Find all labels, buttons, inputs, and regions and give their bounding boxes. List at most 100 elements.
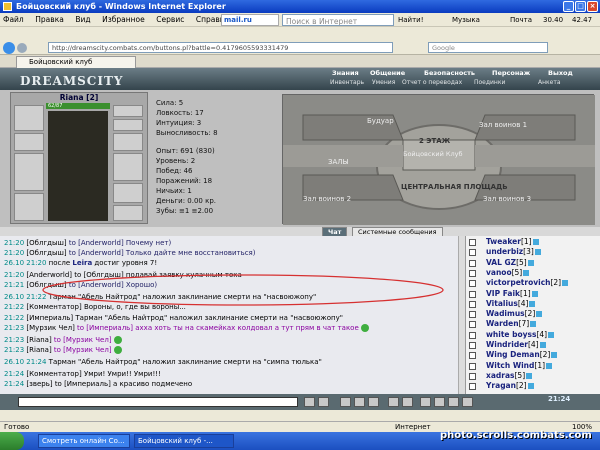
user-name[interactable]: Vitalius (486, 299, 518, 308)
nav-transfers[interactable]: Отчет о переводах (402, 79, 462, 88)
user-info-icon[interactable] (527, 259, 534, 266)
amulet-slot[interactable] (113, 119, 143, 131)
music-button[interactable]: Музыка (452, 13, 480, 27)
scroll-lock-button[interactable] (420, 397, 431, 407)
user-name[interactable]: Wadimus (486, 309, 525, 318)
user-name[interactable]: Windrider (486, 340, 528, 349)
start-button[interactable] (0, 432, 24, 450)
user-info-icon[interactable] (532, 239, 539, 245)
minimize-button[interactable]: _ (563, 1, 574, 12)
user-private-checkbox[interactable] (469, 352, 476, 360)
chat-text[interactable]: Leira (72, 259, 92, 267)
map-label-warriors-hall-1[interactable]: Зал воинов 1 (479, 121, 527, 129)
earrings-slot[interactable] (113, 105, 143, 117)
user-private-checkbox[interactable] (469, 269, 476, 277)
close-button[interactable]: × (587, 1, 598, 12)
smiles-button[interactable] (340, 397, 351, 407)
armor-slot[interactable] (14, 193, 44, 221)
user-private-checkbox[interactable] (469, 239, 476, 246)
user-name[interactable]: underbiz (486, 247, 523, 256)
rings-slot[interactable] (113, 133, 143, 151)
chat-timestamp[interactable]: 26.10 21:20 (4, 259, 49, 267)
user-info-icon[interactable] (546, 362, 553, 369)
user-name[interactable]: Tweaker (486, 237, 521, 246)
translit-button[interactable] (368, 397, 379, 407)
user-name[interactable]: Wing Deman (486, 350, 540, 359)
private-button[interactable] (448, 397, 459, 407)
nav-inventory[interactable]: Инвентарь (330, 79, 364, 88)
user-private-checkbox[interactable] (469, 342, 476, 349)
chat-timestamp[interactable]: 21:24 (4, 370, 26, 378)
user-private-checkbox[interactable] (469, 280, 476, 288)
chat-timestamp[interactable]: 21:22 (4, 314, 26, 322)
map-label-central-square[interactable]: ЦЕНТРАЛЬНАЯ ПЛОЩАДЬ (401, 183, 508, 191)
chat-timestamp[interactable]: 21:24 (4, 380, 26, 388)
forward-icon[interactable] (17, 43, 27, 53)
user-name[interactable]: vanoo (486, 268, 512, 277)
user-info-icon[interactable] (529, 300, 536, 307)
menu-edit[interactable]: Правка (35, 13, 64, 27)
user-name[interactable]: Warden (486, 319, 519, 328)
chat-timestamp[interactable]: 21:21 (4, 281, 26, 289)
user-info-icon[interactable] (562, 280, 569, 287)
user-private-checkbox[interactable] (469, 383, 476, 391)
user-name[interactable]: white boyss (486, 330, 536, 339)
map-label-fight-club[interactable]: Бойцовский Клуб (403, 150, 463, 158)
nav-knowledge[interactable]: Знания (332, 69, 359, 78)
find-button[interactable]: Найти! (398, 13, 424, 27)
chat-timestamp[interactable]: 21:23 (4, 324, 26, 332)
user-private-checkbox[interactable] (469, 290, 476, 298)
map-label-halls[interactable]: ЗАЛЫ (328, 158, 349, 166)
filter-button[interactable] (354, 397, 365, 407)
nav-skills[interactable]: Умения (372, 79, 395, 88)
taskbar-item-fight-club[interactable]: Бойцовский клуб -... (134, 434, 234, 448)
user-info-icon[interactable] (536, 311, 543, 318)
user-name[interactable]: VIP Faik (486, 289, 520, 298)
user-info-icon[interactable] (548, 331, 555, 338)
tab-system-messages[interactable]: Системные сообщения (352, 227, 443, 236)
weapon-slot[interactable] (14, 153, 44, 191)
shield-slot[interactable] (113, 183, 143, 203)
nav-exit[interactable]: Выход (548, 69, 573, 78)
user-info-icon[interactable] (551, 352, 558, 359)
chat-timestamp[interactable]: 21:20 (4, 271, 26, 279)
user-private-checkbox[interactable] (469, 321, 476, 329)
chat-timestamp[interactable]: 21:22 (4, 303, 26, 311)
chat-timestamp[interactable]: 21:23 (4, 336, 26, 344)
back-icon[interactable] (3, 42, 15, 54)
clear-button[interactable] (318, 397, 329, 407)
user-info-icon[interactable] (526, 372, 533, 379)
chat-timestamp[interactable]: 26.10 21:24 (4, 358, 49, 366)
user-info-icon[interactable] (527, 383, 534, 390)
menu-view[interactable]: Вид (75, 13, 90, 27)
maximize-button[interactable]: □ (575, 1, 586, 12)
user-private-checkbox[interactable] (469, 259, 476, 267)
user-info-icon[interactable] (531, 290, 538, 297)
refresh-button[interactable] (402, 397, 413, 407)
character-name[interactable]: Riana [2] (11, 93, 147, 102)
user-info-icon[interactable] (523, 269, 530, 276)
chat-timestamp[interactable]: 21:20 (4, 239, 26, 247)
fullscreen-button[interactable] (462, 397, 473, 407)
tab-fight-club[interactable]: Бойцовский клуб (16, 56, 136, 68)
user-private-checkbox[interactable] (469, 372, 476, 380)
chat-scrollbar[interactable] (458, 236, 465, 394)
nav-character[interactable]: Персонаж (492, 69, 530, 78)
nav-communication[interactable]: Общение (370, 69, 405, 78)
user-info-icon[interactable] (534, 249, 541, 256)
url-input[interactable]: http://dreamscity.combats.com/buttons.pl… (48, 42, 393, 53)
nav-security[interactable]: Безопасность (424, 69, 475, 78)
settings-button[interactable] (388, 397, 399, 407)
user-private-checkbox[interactable] (469, 311, 476, 319)
menu-tools[interactable]: Сервис (156, 13, 184, 27)
chat-message-input[interactable] (18, 397, 298, 407)
bracers-slot[interactable] (14, 133, 44, 151)
user-info-icon[interactable] (530, 321, 537, 328)
user-name[interactable]: Yragan (486, 381, 516, 390)
tab-chat[interactable]: Чат (322, 227, 348, 236)
user-private-checkbox[interactable] (469, 249, 476, 257)
user-private-checkbox[interactable] (469, 362, 476, 370)
user-private-checkbox[interactable] (469, 331, 476, 339)
boots-slot[interactable] (113, 205, 143, 221)
map-label-warriors-hall-2[interactable]: Зал воинов 2 (303, 195, 351, 203)
